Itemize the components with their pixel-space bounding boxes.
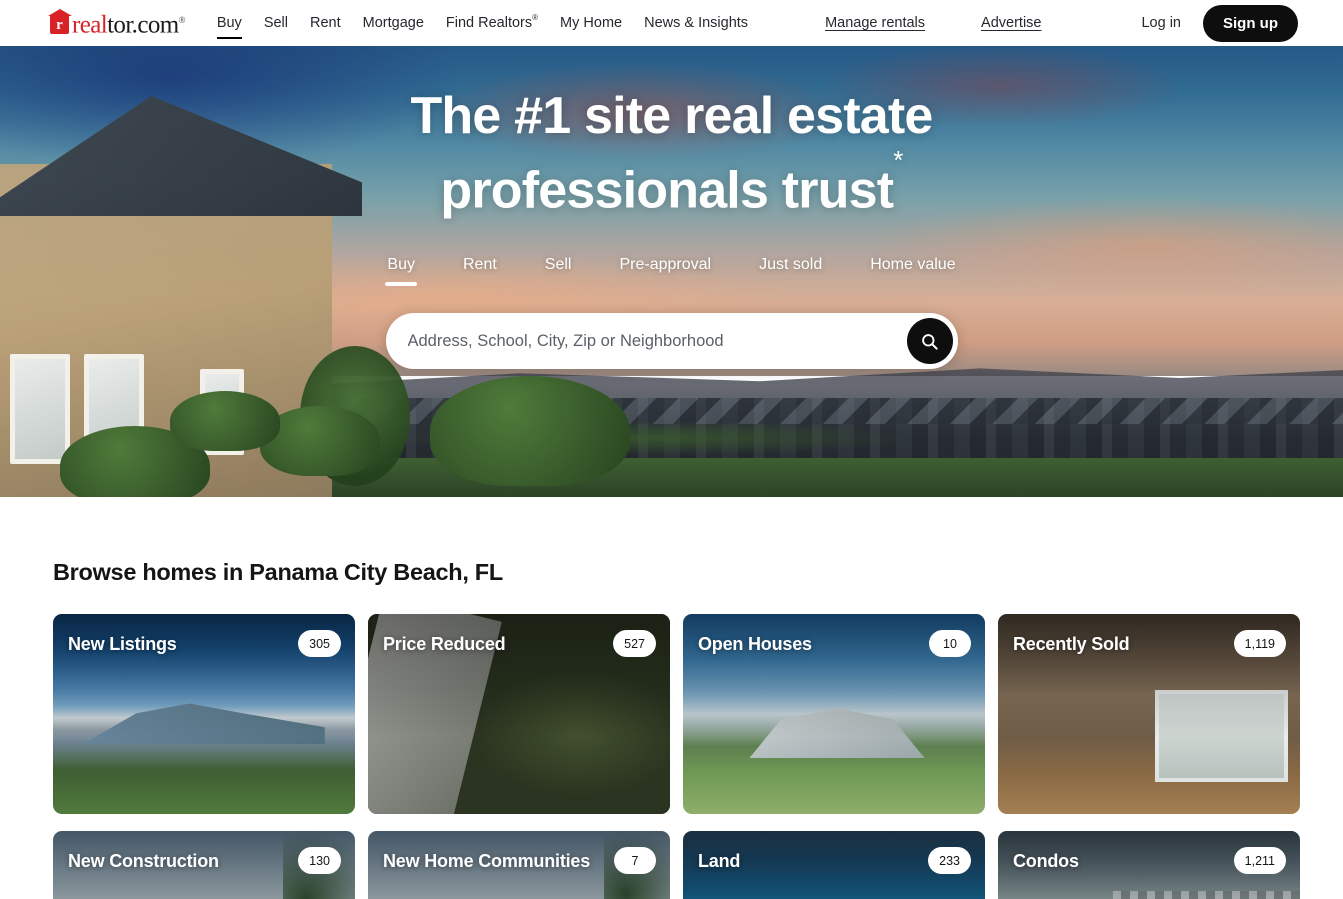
nav-label: Rent <box>310 15 341 31</box>
tile-label: Recently Sold <box>1013 634 1130 654</box>
nav-item-buy[interactable]: Buy <box>216 0 242 46</box>
site-header: r realtor.com® Buy Sell Rent Mortgage Fi… <box>0 0 1343 46</box>
hero-section: The #1 site real estate professionals tr… <box>0 46 1343 497</box>
realtor-logo[interactable]: r realtor.com® <box>50 0 185 46</box>
tile-label: New Home Communities <box>383 851 591 871</box>
tile-label: Condos <box>1013 851 1079 871</box>
logo-registered-mark: ® <box>178 15 186 26</box>
nav-item-sell[interactable]: Sell <box>264 0 288 46</box>
search-input[interactable] <box>385 331 907 351</box>
nav-item-rent[interactable]: Rent <box>310 0 341 46</box>
house-icon: r <box>50 14 69 34</box>
hero-tab-buy[interactable]: Buy <box>385 256 417 287</box>
hero-headline: The #1 site real estate professionals tr… <box>0 84 1343 222</box>
nav-label: Find Realtors <box>445 15 533 31</box>
tile-count-badge: 10 <box>929 630 971 657</box>
hero-tab-sell[interactable]: Sell <box>545 256 572 286</box>
hero-tab-label: Buy <box>387 256 415 274</box>
search-icon <box>922 334 938 350</box>
tile-count-badge: 130 <box>298 847 341 874</box>
hero-tab-rent[interactable]: Rent <box>463 256 497 286</box>
nav-item-news-insights[interactable]: News & Insights <box>644 0 748 46</box>
header-actions: Manage rentals Advertise Log in Sign up <box>825 4 1298 42</box>
hero-headline-line1: The #1 site real estate <box>410 87 933 145</box>
hero-headline-line2: professionals trust <box>440 161 894 220</box>
tile-label: Price Reduced <box>383 634 506 654</box>
tile-label: Open Houses <box>698 634 812 654</box>
advertise-link[interactable]: Advertise <box>981 15 1041 31</box>
browse-tiles-grid: New Listings 305 Price Reduced 527 Open … <box>53 614 1343 899</box>
browse-tile-land[interactable]: Land 233 <box>683 831 985 899</box>
browse-heading: Browse homes in Panama City Beach, FL <box>53 559 503 585</box>
nav-label: My Home <box>560 15 623 31</box>
browse-tile-price-reduced[interactable]: Price Reduced 527 <box>368 614 670 814</box>
logo-wordmark: realtor.com® <box>72 7 185 38</box>
hero-search-bar <box>385 313 958 370</box>
nav-label: Mortgage <box>362 15 424 31</box>
hero-tab-label: Rent <box>462 256 497 274</box>
tile-count-badge: 233 <box>928 847 971 874</box>
hero-content: The #1 site real estate professionals tr… <box>0 46 1343 370</box>
hero-tab-just-sold[interactable]: Just sold <box>759 256 822 286</box>
hero-search-tabs: Buy Rent Sell Pre-approval Just sold Hom… <box>0 256 1343 287</box>
browse-tile-new-listings[interactable]: New Listings 305 <box>53 614 355 814</box>
browse-tile-recently-sold[interactable]: Recently Sold 1,119 <box>998 614 1300 814</box>
sign-up-button[interactable]: Sign up <box>1203 4 1298 42</box>
hero-tab-label: Just sold <box>759 256 823 274</box>
logo-icon-letter: r <box>56 16 63 33</box>
tile-count-badge: 1,211 <box>1233 847 1286 874</box>
nav-item-my-home[interactable]: My Home <box>560 0 622 46</box>
tile-count-badge: 1,119 <box>1233 630 1286 657</box>
tile-count-badge: 527 <box>613 630 656 657</box>
hero-tab-pre-approval[interactable]: Pre-approval <box>619 256 711 286</box>
hero-tab-label: Pre-approval <box>619 256 712 274</box>
manage-rentals-link[interactable]: Manage rentals <box>825 15 925 31</box>
registered-mark: ® <box>532 12 539 22</box>
browse-tile-new-home-communities[interactable]: New Home Communities 7 <box>368 831 670 899</box>
logo-text-dark: tor.com <box>107 11 179 39</box>
nav-label: Buy <box>216 15 242 31</box>
hero-tab-label: Sell <box>544 256 572 274</box>
tile-count-badge: 305 <box>298 630 341 657</box>
main-navigation: Buy Sell Rent Mortgage Find Realtors ® My… <box>216 0 748 46</box>
tile-label: New Listings <box>68 634 177 654</box>
browse-tile-condos[interactable]: Condos 1,211 <box>998 831 1300 899</box>
tile-count-badge: 7 <box>614 847 656 874</box>
tile-label: Land <box>698 851 741 871</box>
browse-tile-new-construction[interactable]: New Construction 130 <box>53 831 355 899</box>
browse-tile-open-houses[interactable]: Open Houses 10 <box>683 614 985 814</box>
nav-item-mortgage[interactable]: Mortgage <box>363 0 424 46</box>
nav-label: News & Insights <box>644 15 749 31</box>
log-in-link[interactable]: Log in <box>1141 15 1181 31</box>
tile-label: New Construction <box>68 851 219 871</box>
browse-section: Browse homes in Panama City Beach, FL Ne… <box>0 497 1343 899</box>
nav-item-find-realtors[interactable]: Find Realtors ® <box>446 0 538 46</box>
hero-headline-asterisk: * <box>893 145 903 175</box>
logo-text-red: real <box>72 11 108 39</box>
hero-tab-home-value[interactable]: Home value <box>870 256 955 286</box>
nav-label: Sell <box>263 15 288 31</box>
hero-tab-label: Home value <box>870 256 956 274</box>
search-submit-button[interactable] <box>906 318 953 365</box>
